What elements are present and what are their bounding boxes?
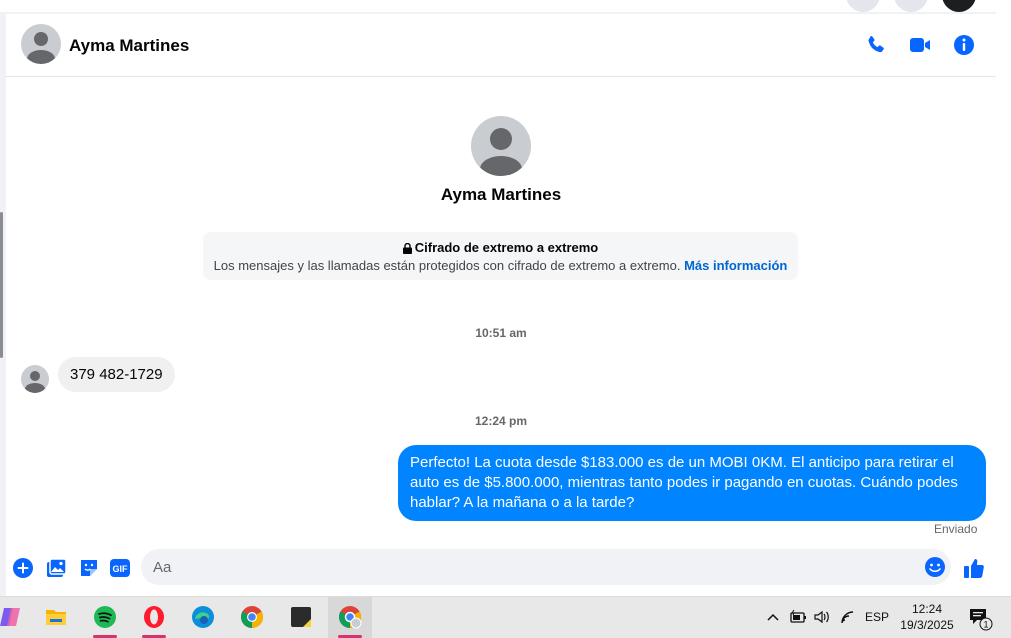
taskbar-file-explorer[interactable] bbox=[34, 597, 78, 638]
message-timestamp: 12:24 pm bbox=[474, 414, 528, 428]
message-composer: GIF Aa bbox=[6, 542, 996, 596]
plus-icon[interactable] bbox=[11, 556, 35, 580]
right-scrollbar-track[interactable] bbox=[996, 12, 1011, 596]
notification-count: 1 bbox=[983, 620, 988, 630]
edge-icon bbox=[192, 606, 214, 628]
profile-avatar[interactable] bbox=[471, 116, 531, 176]
chrome-icon bbox=[241, 606, 263, 628]
incoming-message[interactable]: 379 482-1729 bbox=[58, 357, 175, 392]
chrome-profile-icon bbox=[339, 606, 362, 629]
spotify-icon bbox=[94, 606, 116, 628]
taskbar-sticky-notes[interactable] bbox=[279, 597, 323, 638]
windows-taskbar: ESP 12:24 19/3/2025 1 bbox=[0, 596, 1011, 638]
battery-icon[interactable] bbox=[789, 609, 807, 625]
browser-top-strip bbox=[0, 0, 1011, 12]
encryption-title: Cifrado de extremo a extremo bbox=[414, 240, 599, 255]
volume-icon[interactable] bbox=[813, 609, 831, 625]
notification-icon[interactable]: 1 bbox=[968, 607, 994, 631]
thumbs-up-icon[interactable] bbox=[962, 556, 986, 580]
contact-name[interactable]: Ayma Martines bbox=[69, 36, 189, 56]
top-messenger-button[interactable] bbox=[894, 0, 928, 12]
gif-label: GIF bbox=[113, 564, 129, 574]
chevron-up-icon[interactable] bbox=[766, 610, 780, 624]
outgoing-message[interactable]: Perfecto! La cuota desde $183.000 es de … bbox=[398, 445, 986, 521]
system-clock[interactable]: 12:24 19/3/2025 bbox=[899, 601, 955, 633]
clock-date: 19/3/2025 bbox=[900, 618, 954, 632]
taskbar-opera[interactable] bbox=[132, 597, 176, 638]
top-profile-avatar[interactable] bbox=[942, 0, 976, 12]
sender-avatar[interactable] bbox=[21, 365, 49, 393]
encryption-notice: Cifrado de extremo a extremo Los mensaje… bbox=[203, 232, 798, 280]
message-input[interactable]: Aa bbox=[141, 549, 951, 585]
taskbar-edge[interactable] bbox=[181, 597, 225, 638]
video-call-icon[interactable] bbox=[908, 33, 932, 57]
more-info-link[interactable]: Más información bbox=[684, 258, 787, 273]
sticky-notes-icon bbox=[291, 607, 311, 627]
phone-icon[interactable] bbox=[864, 33, 888, 57]
info-icon[interactable] bbox=[952, 33, 976, 57]
folder-icon bbox=[46, 610, 66, 625]
taskbar-copilot[interactable] bbox=[0, 597, 32, 638]
top-menu-button[interactable] bbox=[846, 0, 880, 12]
clock-time: 12:24 bbox=[911, 602, 943, 616]
sticker-icon[interactable] bbox=[77, 556, 101, 580]
opera-icon bbox=[144, 606, 164, 628]
encryption-text: Los mensajes y las llamadas están proteg… bbox=[213, 258, 681, 273]
emoji-icon[interactable] bbox=[923, 555, 947, 579]
lock-icon bbox=[402, 243, 412, 255]
profile-name: Ayma Martines bbox=[440, 185, 562, 204]
message-timestamp: 10:51 am bbox=[475, 326, 527, 340]
copilot-icon bbox=[0, 608, 20, 626]
message-status: Enviado bbox=[934, 522, 978, 536]
taskbar-chrome-profile[interactable] bbox=[328, 597, 372, 638]
language-indicator[interactable]: ESP bbox=[865, 610, 889, 624]
taskbar-chrome[interactable] bbox=[230, 597, 274, 638]
photo-icon[interactable] bbox=[44, 556, 68, 580]
gif-icon[interactable]: GIF bbox=[108, 556, 132, 580]
taskbar-spotify[interactable] bbox=[83, 597, 127, 638]
chat-window: Ayma Martines Ayma Martines Cifrado de e… bbox=[6, 14, 996, 596]
chat-header: Ayma Martines bbox=[6, 14, 996, 77]
message-input-placeholder: Aa bbox=[153, 559, 172, 576]
wifi-icon[interactable] bbox=[839, 609, 857, 625]
left-scrollbar[interactable] bbox=[0, 212, 3, 358]
contact-avatar[interactable] bbox=[21, 24, 61, 64]
